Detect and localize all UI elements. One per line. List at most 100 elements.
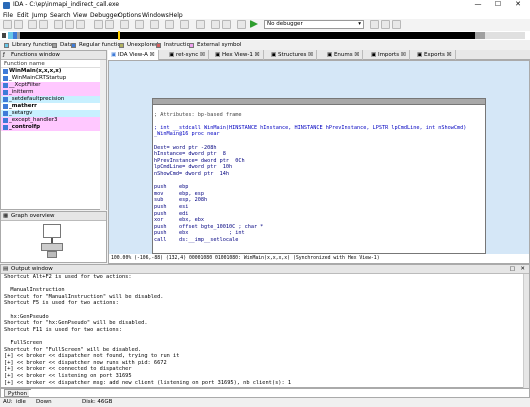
nav-left-icon[interactable] (2, 33, 6, 38)
disasm-line[interactable]: mov ebp, esp (154, 191, 485, 198)
function-row[interactable]: _matherr (1, 103, 106, 110)
tab-label: IDA View-A (117, 52, 148, 58)
menu-debugger[interactable]: Debugger (90, 12, 120, 19)
menu-help[interactable]: Help (169, 12, 183, 19)
menu-search[interactable]: Search (50, 12, 71, 19)
disasm-line[interactable]: xor ebx, ebx (154, 217, 485, 224)
save-icon[interactable] (14, 20, 23, 29)
menu-view[interactable]: View (73, 12, 87, 19)
ida-view-a[interactable]: ; Attributes: bp-based frame ; int __stdc… (108, 60, 530, 264)
disasm-line[interactable]: Dest= word ptr -208h (154, 145, 485, 152)
disasm-line[interactable] (154, 118, 485, 125)
disasm-line[interactable]: push esi (154, 204, 485, 211)
close-icon[interactable]: ✕ (520, 265, 525, 274)
function-row[interactable]: _except_handler3 (1, 117, 106, 124)
close-icon[interactable]: ☒ (308, 52, 313, 58)
close-icon[interactable]: ☒ (255, 52, 260, 58)
tab-hex-view-1[interactable]: ▣ Hex View-1 ☒ (212, 50, 264, 60)
disasm-line[interactable] (154, 178, 485, 185)
disasm-line[interactable]: push offset bgte_10010C ; char * (154, 224, 485, 231)
attach-icon[interactable] (381, 20, 390, 29)
ascii-icon[interactable] (76, 20, 85, 29)
debugger-select[interactable]: No debugger ▾ (264, 20, 364, 29)
disasm-line[interactable] (154, 138, 485, 145)
minimize-button[interactable]: — (470, 0, 486, 8)
menu-edit[interactable]: Edit (17, 12, 29, 19)
close-icon[interactable]: ☒ (447, 52, 452, 58)
disasm-line[interactable]: call ds:__imp__setlocale (154, 237, 485, 244)
settings-icon[interactable] (392, 20, 401, 29)
tab-exports[interactable]: ▣ Exports ☒ (414, 50, 456, 60)
close-icon[interactable]: ☒ (200, 52, 205, 58)
disasm-line[interactable]: ; Attributes: bp-based frame (154, 112, 485, 119)
disasm-line[interactable]: sub esp, 208h (154, 197, 485, 204)
plugin-icon[interactable] (165, 20, 174, 29)
function-row[interactable]: _setdefaultprecision (1, 96, 106, 103)
disasm-line[interactable]: push ebp (154, 184, 485, 191)
hex-icon[interactable] (150, 20, 159, 29)
disasm-line[interactable]: _WinMain@16 proc near (154, 131, 485, 138)
function-icon (3, 118, 8, 123)
output-log[interactable]: Shortcut Alt+F2 is used for two actions:… (1, 274, 529, 386)
tab-ida-view-a[interactable]: ▣ IDA View-A ☒ (108, 50, 159, 60)
disasm-line[interactable]: push ebx ; int (154, 230, 485, 237)
menu-file[interactable]: File (3, 12, 13, 19)
disasm-line[interactable]: ; int __stdcall WinMain(HINSTANCE hInsta… (154, 125, 485, 132)
start-debug-icon[interactable] (250, 20, 258, 28)
function-row[interactable]: __XcptFilter (1, 82, 106, 89)
ida-view-status: 100.00% (-106,-88) (132,4) 00001080 0100… (109, 254, 529, 263)
function-row[interactable]: _initterm (1, 89, 106, 96)
breakpoint-icon[interactable] (211, 20, 220, 29)
graph-miniature[interactable] (39, 224, 65, 260)
tab-structures[interactable]: ▣ Structures ☒ (268, 50, 318, 60)
menu-options[interactable]: Options (118, 12, 141, 19)
close-icon[interactable]: ☒ (150, 52, 155, 58)
data-icon[interactable] (65, 20, 74, 29)
tab-imports[interactable]: ▣ Imports ☒ (368, 50, 410, 60)
stop-icon[interactable] (222, 20, 231, 29)
disasm-line[interactable]: hPrevInstance= dword ptr 0Ch (154, 158, 485, 165)
disasm-line[interactable]: push edi (154, 211, 485, 218)
function-row[interactable]: WinMain(x,x,x,x) (1, 68, 106, 75)
play-icon[interactable] (237, 20, 246, 29)
tab-icon: ▣ (169, 52, 176, 58)
float-icon[interactable]: □ (510, 265, 515, 274)
tab-icon: ▣ (417, 52, 424, 58)
close-icon[interactable]: ☒ (354, 52, 359, 58)
close-button[interactable]: ✕ (510, 0, 526, 8)
menu-jump[interactable]: Jump (32, 12, 47, 19)
menu-windows[interactable]: Windows (142, 12, 169, 19)
forward-arrow-icon[interactable] (39, 20, 48, 29)
tab-enums[interactable]: ▣ Enums ☒ (324, 50, 364, 60)
down-arrow-icon[interactable] (94, 20, 103, 29)
disasm-line[interactable]: lpCmdLine= dword ptr 10h (154, 164, 485, 171)
bookmark-icon[interactable] (196, 20, 205, 29)
debug-options-icon[interactable] (370, 20, 379, 29)
function-row[interactable]: _setargv (1, 110, 106, 117)
python-button[interactable]: Python (4, 389, 32, 397)
function-name: _matherr (9, 103, 37, 109)
xref-icon[interactable] (135, 20, 144, 29)
open-file-icon[interactable] (3, 20, 12, 29)
maximize-button[interactable]: ☐ (490, 0, 506, 8)
code-icon[interactable] (54, 20, 63, 29)
legend-label-external: External symbol (197, 42, 242, 48)
tab-ret-sync[interactable]: ▣ ret-sync ☒ (166, 50, 209, 60)
function-row[interactable]: _controlfp (1, 124, 106, 131)
command-input[interactable] (29, 390, 527, 397)
close-icon[interactable]: ☒ (401, 52, 406, 58)
functions-window-title: Functions window (11, 52, 60, 58)
disasm-line[interactable]: nShowCmd= dword ptr 14h (154, 171, 485, 178)
back-arrow-icon[interactable] (28, 20, 37, 29)
functions-scrollbar[interactable] (100, 60, 106, 210)
graph-icon[interactable] (180, 20, 189, 29)
navigation-band[interactable] (0, 31, 530, 40)
disasm-line[interactable]: hInstance= dword ptr 8 (154, 151, 485, 158)
functions-column-header[interactable]: Function name (1, 60, 106, 68)
output-scrollbar[interactable] (523, 274, 529, 388)
function-row[interactable]: _WinMainCRTStartup (1, 75, 106, 82)
disasm-line[interactable] (154, 105, 485, 112)
graph-node-winmain[interactable]: ; Attributes: bp-based frame ; int __stdc… (152, 98, 486, 254)
text-search-icon[interactable] (105, 20, 114, 29)
binary-search-icon[interactable] (120, 20, 129, 29)
